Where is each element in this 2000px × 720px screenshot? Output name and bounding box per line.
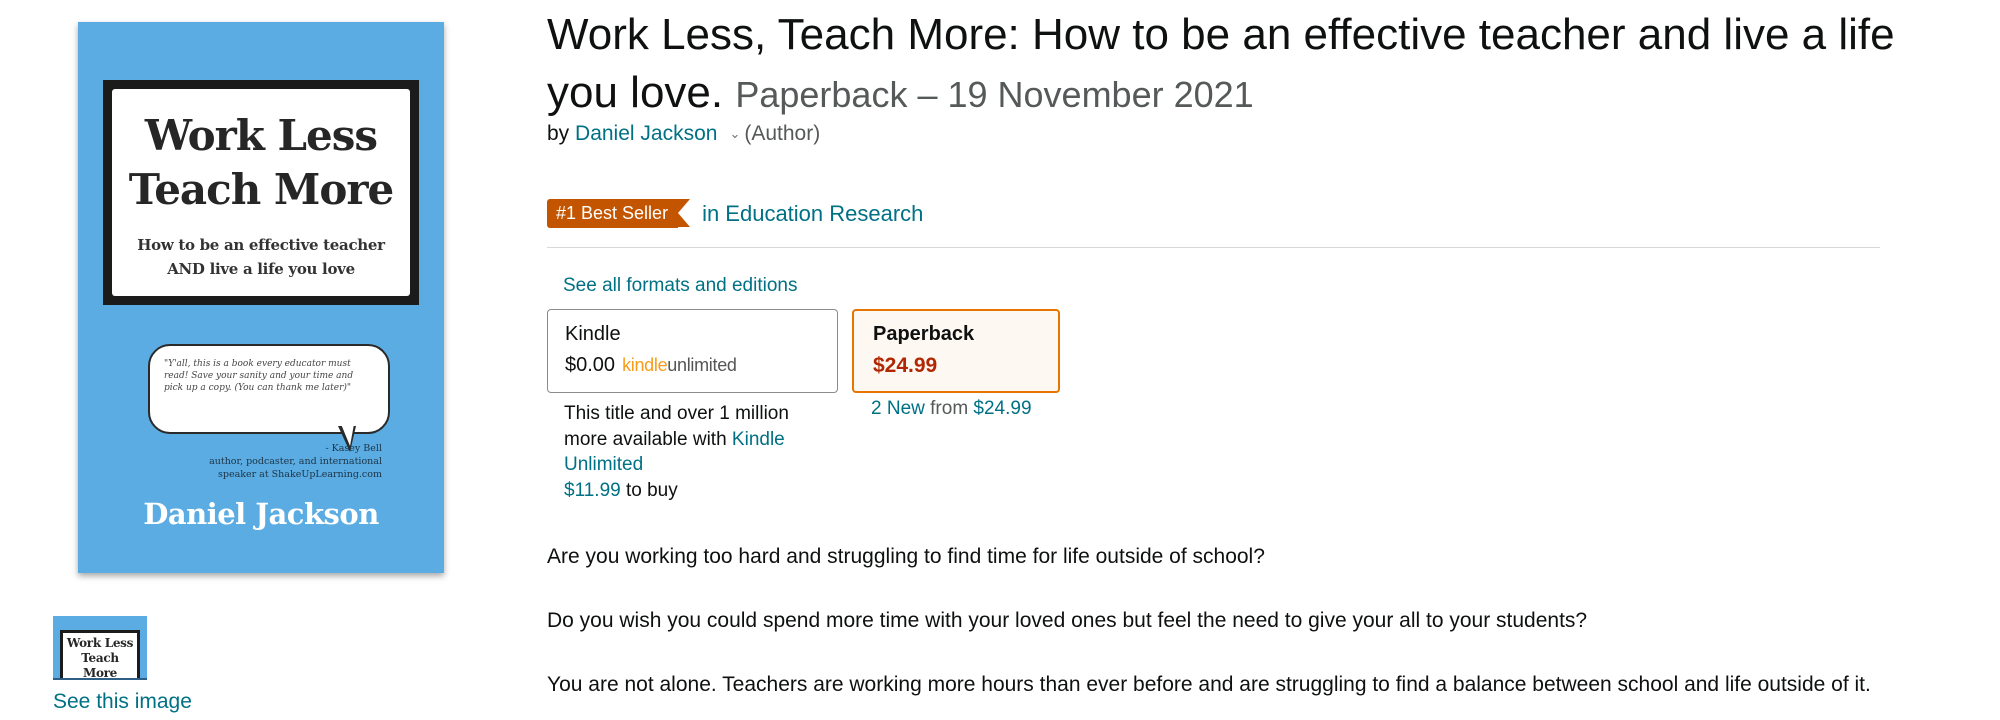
section-divider: [547, 247, 1880, 248]
thumb-title-line-2: Teach More: [81, 651, 119, 680]
cover-author-name: Daniel Jackson: [143, 497, 379, 531]
thumb-title-line-1: Work Less: [66, 636, 134, 650]
buy-suffix: to buy: [625, 479, 678, 501]
cover-subtitle-line-2: AND live a life you love: [167, 260, 355, 278]
cover-quote-bubble: "Y'all, this is a book every educator mu…: [148, 344, 390, 434]
cover-subtitle-line-1: How to be an effective teacher: [137, 236, 385, 254]
offers-price-link[interactable]: $24.99: [973, 398, 1031, 419]
author-role: (Author): [744, 122, 821, 145]
format-price: $0.00: [565, 354, 616, 376]
format-option-kindle[interactable]: Kindle $0.00 kindleunlimited: [547, 309, 838, 393]
description-paragraph: Do you wish you could spend more time wi…: [547, 609, 1588, 632]
cover-title-line-1: Work Less: [144, 111, 378, 160]
see-all-formats-link[interactable]: See all formats and editions: [563, 275, 797, 297]
product-title: Work Less, Teach More: How to be an effe…: [547, 6, 1917, 124]
cover-title-line-2: Teach More: [128, 165, 394, 214]
byline-prefix: by: [547, 122, 570, 145]
cover-quote-attribution: - Kasey Bell author, podcaster, and inte…: [209, 443, 382, 480]
format-name: Paperback: [873, 323, 975, 345]
format-name: Kindle: [565, 323, 621, 345]
paperback-offers: 2 New from $24.99: [871, 398, 1032, 419]
format-option-paperback[interactable]: Paperback $24.99: [852, 309, 1060, 393]
kindle-buy-price-link[interactable]: $11.99: [564, 480, 621, 501]
kindle-unlimited-note: This title and over 1 million more avail…: [564, 403, 789, 501]
best-seller-badge[interactable]: #1 Best Seller: [547, 199, 691, 228]
kindle-unlimited-logo: kindleunlimited: [622, 355, 737, 375]
chevron-down-icon[interactable]: ⌄: [729, 126, 740, 141]
description-paragraph: Are you working too hard and struggling …: [547, 545, 1265, 568]
product-page: Work Less Teach More How to be an effect…: [0, 0, 2000, 720]
cover-title-frame: Work Less Teach More How to be an effect…: [103, 80, 419, 305]
see-this-image-link[interactable]: See this image: [53, 690, 192, 714]
author-link[interactable]: Daniel Jackson: [575, 122, 717, 145]
book-cover-image[interactable]: Work Less Teach More How to be an effect…: [78, 22, 444, 573]
new-offers-link[interactable]: 2 New: [871, 398, 925, 419]
product-format-date: Paperback – 19 November 2021: [735, 74, 1254, 115]
byline: by Daniel Jackson ⌄ (Author): [547, 122, 820, 146]
description-paragraph: You are not alone. Teachers are working …: [547, 673, 1871, 696]
format-price: $24.99: [873, 354, 938, 377]
best-seller-badge-row: #1 Best Seller in Education Research: [547, 199, 923, 228]
cover-thumbnail[interactable]: Work Less Teach More: [53, 616, 147, 680]
best-seller-category-link[interactable]: in Education Research: [702, 201, 923, 227]
